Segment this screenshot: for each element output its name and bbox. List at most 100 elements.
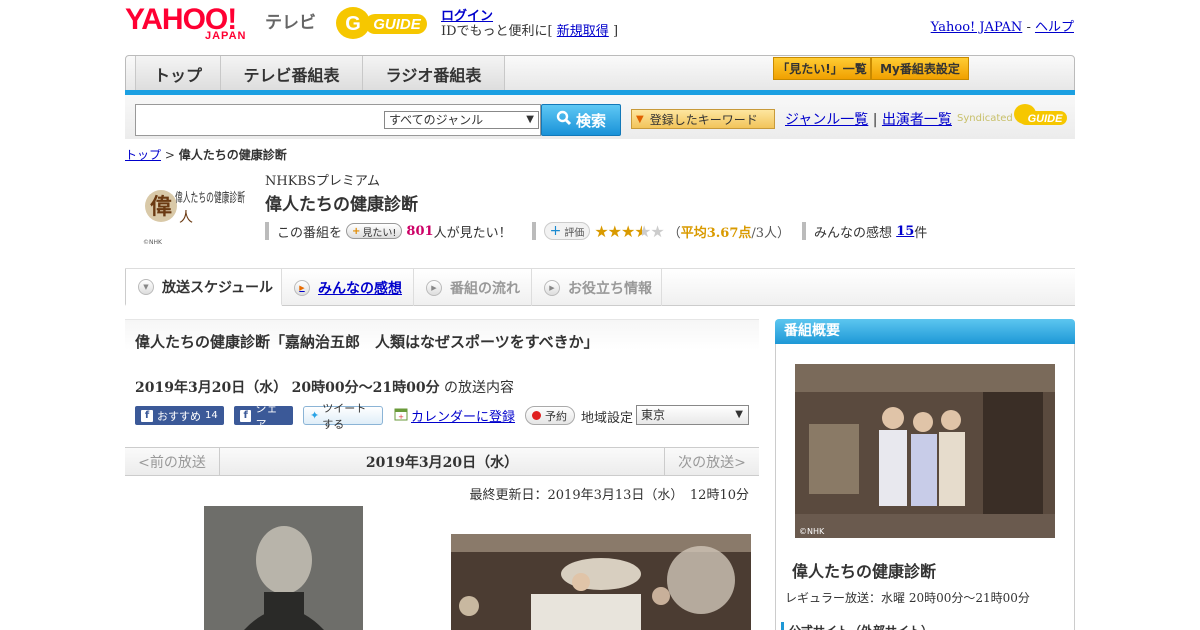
- nav-tab-tv-schedule[interactable]: テレビ番組表: [220, 56, 363, 92]
- tab-label: 番組の流れ: [450, 280, 520, 297]
- star-icon: ★★: [634, 221, 651, 241]
- breadcrumb: トップ > 偉人たちの健康診断: [125, 146, 287, 163]
- prev-broadcast-link[interactable]: <前の放送: [125, 448, 220, 475]
- breadcrumb-current: 偉人たちの健康診断: [178, 148, 287, 162]
- yahoo-japan-link[interactable]: Yahoo! JAPAN: [931, 20, 1023, 35]
- svg-text:+: +: [398, 413, 404, 421]
- play-icon: ▶: [544, 279, 560, 296]
- fb-recommend-label: おすすめ: [157, 409, 201, 423]
- yahoo-japan-logo[interactable]: YAHOO! JAPAN: [125, 5, 263, 43]
- cast-photo-credit: ©NHK: [799, 527, 825, 536]
- record-icon: [532, 411, 541, 420]
- id-promo: IDでもっと便利に[ 新規取得 ]: [441, 20, 618, 39]
- twitter-icon: ✦: [310, 409, 320, 422]
- divider: [531, 222, 536, 240]
- calendar-icon: +: [394, 407, 408, 424]
- mitai-suffix: 人が見たい！: [433, 225, 512, 241]
- episode-title: 偉人たちの健康診断「嘉納治五郎 人類はなぜスポーツをすべきか」: [135, 333, 599, 351]
- tab-broadcast-schedule[interactable]: ▼ 放送スケジュール: [125, 269, 282, 306]
- program-logo: 偉 人 偉人たちの健康診断 ©NHK: [141, 178, 249, 246]
- mitai-count: 801: [406, 223, 434, 239]
- tab-label: お役立ち情報: [568, 280, 652, 297]
- rating-button-label: 評価: [564, 227, 585, 239]
- region-selected: 東京: [641, 408, 666, 422]
- impressions-count-link[interactable]: 15: [896, 224, 914, 239]
- star-icon: ★: [650, 221, 664, 241]
- search-button-label: 検索: [575, 111, 606, 130]
- divider: [802, 222, 807, 240]
- syndicated-text: Syndicated: [957, 113, 1013, 124]
- svg-text:人: 人: [179, 210, 193, 226]
- program-title: 偉人たちの健康診断: [265, 195, 418, 215]
- tab-useful-info[interactable]: ▶ お役立ち情報: [532, 269, 662, 306]
- facebook-icon: f: [240, 409, 252, 422]
- calendar-register[interactable]: + カレンダーに登録: [394, 406, 515, 425]
- search-button[interactable]: 検索: [541, 104, 621, 136]
- reserve-button[interactable]: 予約: [525, 406, 575, 425]
- tab-impressions[interactable]: ▶ みんなの感想: [282, 269, 414, 306]
- star-icon: ★: [621, 221, 635, 241]
- program-stats: この番組を + 見たい! 801 人が見たい！ + 評価 ★★★★★★ （平均3.67…: [265, 221, 927, 241]
- star-icon: ★: [594, 221, 608, 241]
- search-links: ジャンル一覧 | 出演者一覧: [785, 109, 952, 129]
- triangle-down-icon: ▼: [526, 114, 534, 125]
- main-nav: トップ テレビ番組表 ラジオ番組表 「見たい!」一覧 My番組表設定: [125, 55, 1075, 93]
- regular-broadcast: レギュラー放送：水曜 20時00分～21時00分: [785, 591, 1030, 605]
- nav-tab-radio-schedule[interactable]: ラジオ番組表: [362, 56, 505, 92]
- official-site-heading: 公式サイト（外部サイト）: [781, 622, 933, 630]
- mitai-prefix: この番組を: [277, 225, 343, 241]
- rating-button[interactable]: + 評価: [543, 222, 591, 240]
- facebook-share-button[interactable]: f シェア: [234, 402, 293, 431]
- tab-program-flow[interactable]: ▶ 番組の流れ: [414, 269, 532, 306]
- registered-keywords-button[interactable]: ▼ 登録したキーワード: [631, 109, 775, 129]
- tweet-button[interactable]: ✦ ツイートする: [303, 402, 383, 431]
- genre-select[interactable]: すべてのジャンル ▼: [384, 111, 539, 129]
- japan-logo-text: JAPAN: [205, 30, 247, 42]
- episode-datetime: 2019年3月20日（水） 20時00分～21時00分 の放送内容: [135, 377, 514, 397]
- gguide-logo[interactable]: G GUIDE: [335, 6, 433, 40]
- help-link[interactable]: ヘルプ: [1035, 20, 1074, 35]
- triangle-down-icon: ▼: [138, 278, 154, 295]
- program-cast-photo: ©NHK: [795, 364, 1055, 538]
- fb-recommend-count: 14: [205, 410, 218, 421]
- fb-share-label: シェア: [255, 401, 278, 431]
- impressions-label: みんなの感想: [814, 225, 893, 241]
- facebook-recommend-button[interactable]: f おすすめ 14: [135, 406, 224, 425]
- header-links: Yahoo! JAPAN - ヘルプ: [931, 16, 1074, 35]
- nav-tab-top[interactable]: トップ: [135, 56, 221, 92]
- svg-text:GUIDE: GUIDE: [373, 16, 422, 33]
- search-icon: [556, 110, 572, 130]
- calendar-link[interactable]: カレンダーに登録: [411, 406, 515, 425]
- social-row: f おすすめ 14 f シェア ✦ ツイートする + カレンダーに登録 予約 地域設定 東…: [135, 402, 755, 431]
- reserve-label: 予約: [545, 409, 567, 423]
- mitai-button-label: 見たい!: [362, 227, 397, 239]
- program-logo-credit: ©NHK: [143, 239, 163, 246]
- program-tabs: ▼ 放送スケジュール ▶ みんなの感想 ▶ 番組の流れ ▶ お役立ち情報: [125, 268, 1075, 306]
- pager-date: 2019年3月20日（水）: [365, 454, 519, 471]
- signup-link[interactable]: 新規取得: [557, 24, 609, 39]
- breadcrumb-top[interactable]: トップ: [125, 148, 161, 162]
- my-schedule-button[interactable]: My番組表設定: [871, 57, 969, 80]
- next-broadcast-link[interactable]: 次の放送>: [664, 448, 759, 475]
- mitai-button[interactable]: + 見たい!: [346, 223, 403, 239]
- syndicated-gguide-logo: Syndicated GUIDE: [957, 103, 1069, 129]
- star-icon: ★: [607, 221, 622, 241]
- registered-keywords-label: 登録したキーワード: [649, 112, 758, 127]
- rating-open: （: [667, 225, 681, 241]
- divider: [265, 222, 269, 240]
- impressions-unit: 件: [914, 225, 928, 241]
- region-select[interactable]: 東京 ▼: [636, 405, 749, 425]
- play-icon: ▶: [294, 279, 310, 296]
- mitai-list-button[interactable]: 「見たい!」一覧: [773, 57, 871, 80]
- portrait-photo: [204, 506, 363, 630]
- episode-date: 2019年3月20日（水）: [135, 380, 288, 396]
- breadcrumb-sep: >: [164, 148, 175, 162]
- sidebar-heading: 番組概要: [775, 319, 1075, 344]
- tab-label: みんなの感想: [318, 280, 402, 297]
- genre-list-link[interactable]: ジャンル一覧: [785, 112, 868, 128]
- link-separator: -: [1026, 20, 1031, 35]
- link-divider: |: [872, 112, 878, 128]
- svg-text:GUIDE: GUIDE: [1028, 113, 1064, 125]
- sidebar-program-title: 偉人たちの健康診断: [792, 562, 937, 581]
- performer-list-link[interactable]: 出演者一覧: [882, 112, 952, 128]
